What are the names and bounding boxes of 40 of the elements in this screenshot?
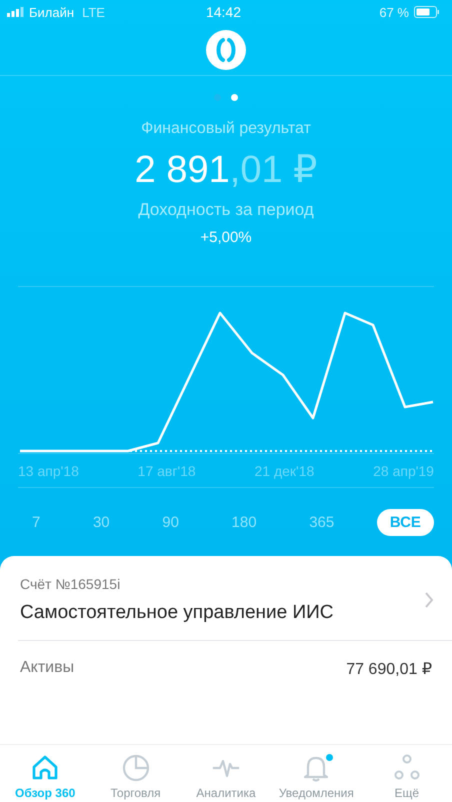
page-indicator-dot[interactable] [214, 94, 221, 100]
amount-whole: 2 891 [134, 149, 230, 191]
tab-bar-label: Аналитика [196, 786, 256, 800]
account-name: Самостоятельное управление ИИС [20, 602, 334, 624]
period-tab[interactable]: 180 [222, 510, 267, 534]
carrier-name: Билайн [29, 4, 74, 20]
assets-label: Активы [20, 659, 74, 678]
network-type: LTE [82, 4, 105, 20]
account-number: Счёт №165915i [20, 576, 122, 592]
period-tab[interactable]: 365 [299, 510, 344, 534]
tab-bar-item[interactable]: Обзор 360 [0, 752, 90, 800]
period-tab[interactable]: 7 [22, 510, 50, 534]
pie-chart-icon [120, 753, 151, 783]
signal-icon [7, 7, 24, 17]
axis-date-label: 21 дек'18 [254, 462, 314, 478]
status-time: 14:42 [206, 4, 242, 20]
period-tab[interactable]: 30 [82, 510, 120, 534]
tab-bar-item[interactable]: Ещё [362, 752, 452, 800]
axis-date-label: 17 авг'18 [138, 462, 196, 478]
tab-bar-label: Ещё [394, 786, 420, 800]
axis-date-label: 13 апр'18 [18, 462, 79, 478]
tab-bar-label: Уведомления [278, 786, 354, 800]
period-tab[interactable]: ВСЕ [376, 508, 434, 536]
tab-bar-item[interactable]: Торговля [90, 752, 181, 800]
tab-bar-label: Обзор 360 [15, 786, 76, 800]
tab-bar-item[interactable]: Аналитика [180, 752, 271, 800]
yield-label: Доходность за период [137, 200, 315, 220]
chevron-right-icon [424, 592, 434, 608]
yield-value: +5,00% [199, 229, 253, 246]
assets-value: 77 690,01 ₽ [346, 660, 432, 679]
tab-bar-item[interactable]: Уведомления [271, 752, 362, 800]
axis-date-label: 28 апр'19 [373, 462, 434, 478]
amount-fraction: ,01 ₽ [230, 149, 318, 191]
battery-percent: 67 % [379, 4, 409, 20]
tab-bar-label: Торговля [110, 786, 161, 800]
battery-icon [414, 6, 440, 18]
period-tab[interactable]: 90 [152, 510, 189, 534]
page-indicator-dot[interactable] [231, 94, 238, 100]
logo-icon [206, 30, 246, 70]
result-title: Финансовый результат [140, 120, 312, 138]
